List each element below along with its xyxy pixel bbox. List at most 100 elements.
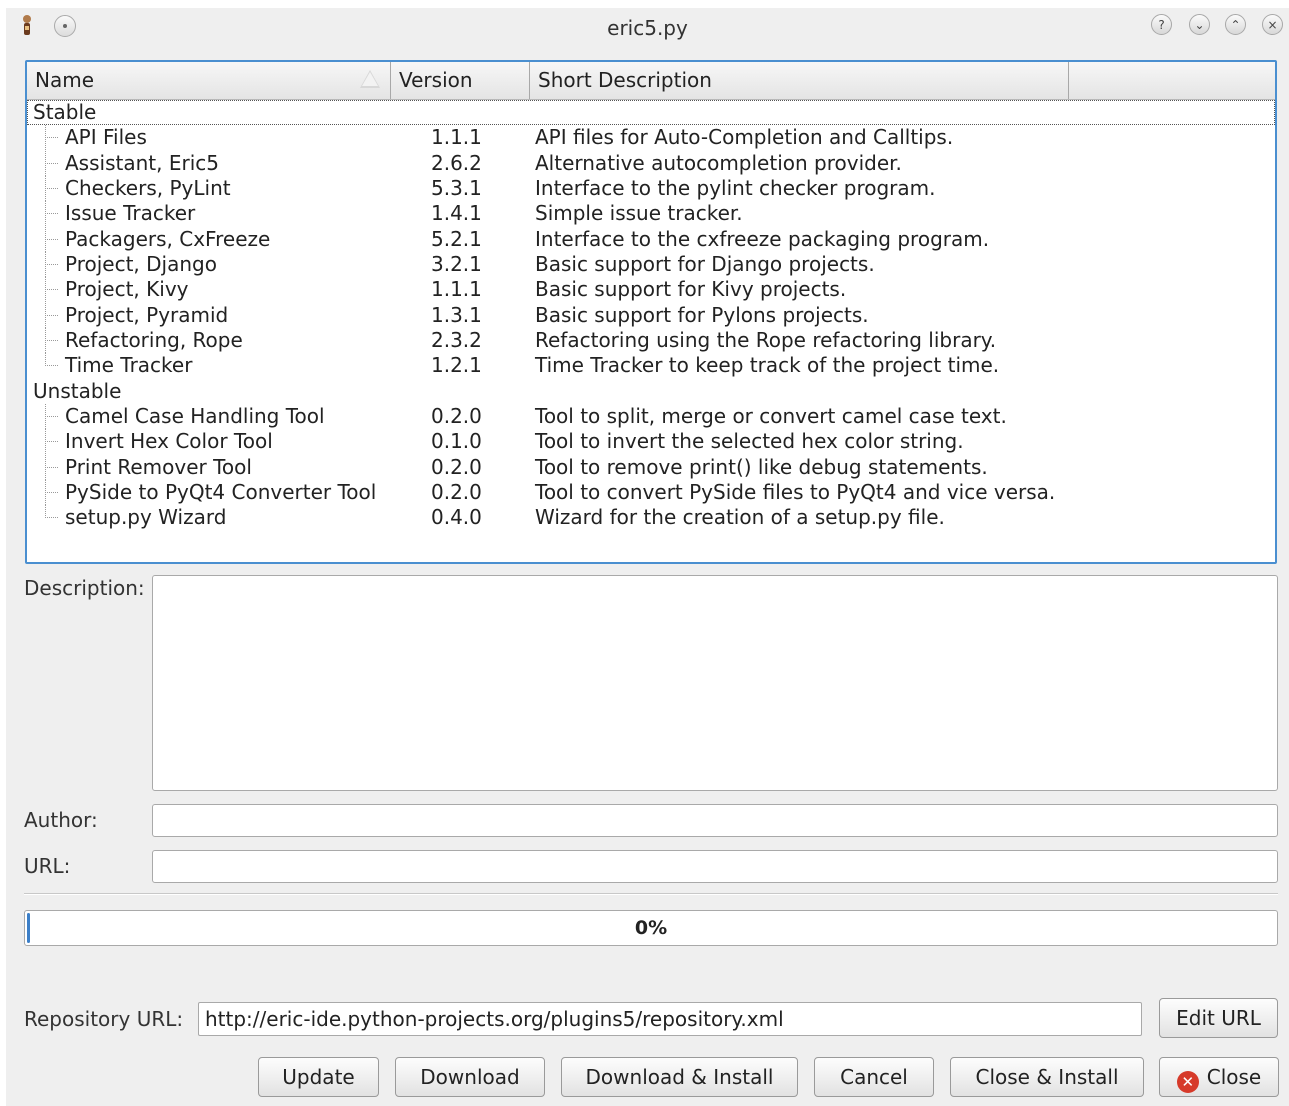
plugin-description: Time Tracker to keep track of the projec… <box>535 353 1000 378</box>
column-header-short-description[interactable]: Short Description <box>530 62 1069 99</box>
plugin-description: Interface to the pylint checker program. <box>535 175 936 200</box>
plugin-description: Basic support for Pylons projects. <box>535 302 869 327</box>
plugin-version: 1.2.1 <box>431 353 482 378</box>
plugin-row[interactable]: Camel Case Handling Tool 0.2.0 Tool to spl… <box>27 403 1275 429</box>
tree-branch-line <box>45 429 59 455</box>
plugin-row[interactable]: API Files 1.1.1 API files for Auto-Complet… <box>27 125 1275 151</box>
plugin-name: Time Tracker <box>65 353 193 378</box>
plugin-row[interactable]: Print Remover Tool 0.2.0 Tool to remove pr… <box>27 454 1275 480</box>
sort-ascending-icon <box>360 70 380 88</box>
url-field[interactable] <box>152 850 1278 883</box>
plugin-description: Simple issue tracker. <box>535 201 743 226</box>
plugin-description: Tool to convert PySide files to PyQt4 an… <box>535 479 1056 504</box>
plugin-description: API files for Auto-Completion and Callti… <box>535 125 954 150</box>
plugin-name: Issue Tracker <box>65 201 196 226</box>
plugin-row[interactable]: Project, Kivy 1.1.1 Basic support for Kivy… <box>27 277 1275 303</box>
plugin-name: Invert Hex Color Tool <box>65 429 273 454</box>
progress-text: 0% <box>634 917 668 939</box>
column-header-name[interactable]: Name <box>27 62 391 99</box>
tree-group-row[interactable]: Stable <box>27 100 1275 125</box>
tree-branch-line <box>45 251 59 277</box>
window-title: eric5.py <box>607 16 688 40</box>
plugin-name: Checkers, PyLint <box>65 175 231 200</box>
close-and-install-button[interactable]: Close & Install <box>950 1057 1144 1097</box>
column-header-extra[interactable] <box>1069 62 1275 99</box>
tree-branch-line <box>45 505 59 530</box>
description-label: Description: <box>24 576 145 600</box>
close-button[interactable]: ✕ Close <box>1159 1057 1279 1097</box>
plugin-row[interactable]: Invert Hex Color Tool 0.1.0 Tool to invert… <box>27 429 1275 455</box>
tree-branch-line <box>45 302 59 328</box>
plugin-name: Camel Case Handling Tool <box>65 403 325 428</box>
column-header-version[interactable]: Version <box>391 62 530 99</box>
author-label: Author: <box>24 808 98 832</box>
update-button[interactable]: Update <box>258 1057 379 1097</box>
plugin-row[interactable]: setup.py Wizard 0.4.0 Wizard for the creat… <box>27 505 1275 530</box>
close-window-icon[interactable]: × <box>1262 14 1283 35</box>
tree-branch-line <box>45 201 59 227</box>
cancel-button[interactable]: Cancel <box>814 1057 934 1097</box>
description-textarea[interactable] <box>152 575 1278 791</box>
column-header-name-label: Name <box>35 68 95 92</box>
plugin-version: 1.3.1 <box>431 302 482 327</box>
tree-branch-line <box>45 175 59 201</box>
url-label: URL: <box>24 854 71 878</box>
plugin-row[interactable]: Time Tracker 1.2.1 Time Tracker to keep tr… <box>27 353 1275 378</box>
title-bar[interactable]: eric5.py ? ⌄ ⌃ × <box>6 8 1289 46</box>
plugin-row[interactable]: Project, Django 3.2.1 Basic support for Dj… <box>27 251 1275 277</box>
tree-branch-line <box>45 403 59 429</box>
plugin-row[interactable]: Refactoring, Rope 2.3.2 Refactoring using … <box>27 327 1275 353</box>
plugin-version: 3.2.1 <box>431 251 482 276</box>
help-icon[interactable]: ? <box>1151 14 1172 35</box>
download-progress-bar: 0% <box>24 910 1278 946</box>
plugin-row[interactable]: PySide to PyQt4 Converter Tool 0.2.0 Tool … <box>27 479 1275 505</box>
plugin-version: 0.1.0 <box>431 429 482 454</box>
plugin-description: Interface to the cxfreeze packaging prog… <box>535 226 990 251</box>
edit-url-button[interactable]: Edit URL <box>1159 998 1278 1038</box>
plugin-version: 1.1.1 <box>431 277 482 302</box>
plugin-name: Project, Kivy <box>65 277 189 302</box>
plugin-version: 5.2.1 <box>431 226 482 251</box>
plugin-description: Refactoring using the Rope refactoring l… <box>535 327 997 352</box>
plugin-description: Basic support for Django projects. <box>535 251 875 276</box>
tree-group-row[interactable]: Unstable <box>27 379 1275 404</box>
tree-branch-line <box>45 277 59 303</box>
author-field[interactable] <box>152 804 1278 837</box>
plugin-version: 0.4.0 <box>431 505 482 530</box>
download-and-install-button[interactable]: Download & Install <box>561 1057 798 1097</box>
tree-branch-line <box>45 150 59 176</box>
plugin-name: Assistant, Eric5 <box>65 150 219 175</box>
plugin-name: PySide to PyQt4 Converter Tool <box>65 479 377 504</box>
plugin-description: Basic support for Kivy projects. <box>535 277 847 302</box>
plugin-version: 1.4.1 <box>431 201 482 226</box>
repository-url-input[interactable]: http://eric-ide.python-projects.org/plug… <box>198 1002 1142 1036</box>
plugin-row[interactable]: Assistant, Eric5 2.6.2 Alternative autocom… <box>27 150 1275 176</box>
plugin-version: 2.6.2 <box>431 150 482 175</box>
plugin-version: 0.2.0 <box>431 479 482 504</box>
plugin-row[interactable]: Project, Pyramid 1.3.1 Basic support for P… <box>27 302 1275 328</box>
plugin-description: Tool to remove print() like debug statem… <box>535 454 988 479</box>
plugin-name: Packagers, CxFreeze <box>65 226 271 251</box>
maximize-icon[interactable]: ⌃ <box>1225 14 1246 35</box>
plugin-repository-window: eric5.py ? ⌄ ⌃ × Name Version Short Desc… <box>6 8 1289 1106</box>
plugin-row[interactable]: Checkers, PyLint 5.3.1 Interface to the py… <box>27 175 1275 201</box>
minimize-icon[interactable]: ⌄ <box>1189 14 1210 35</box>
plugin-row[interactable]: Packagers, CxFreeze 5.2.1 Interface to the… <box>27 226 1275 252</box>
plugin-name: setup.py Wizard <box>65 505 227 530</box>
plugin-description: Tool to split, merge or convert camel ca… <box>535 403 1007 428</box>
plugin-version: 0.2.0 <box>431 403 482 428</box>
plugin-version: 1.1.1 <box>431 125 482 150</box>
plugin-name: Print Remover Tool <box>65 454 252 479</box>
plugin-row[interactable]: Issue Tracker 1.4.1 Simple issue tracker. <box>27 201 1275 227</box>
close-red-icon: ✕ <box>1176 1071 1199 1093</box>
download-button[interactable]: Download <box>395 1057 545 1097</box>
plugin-description: Wizard for the creation of a setup.py fi… <box>535 505 945 530</box>
plugin-version: 5.3.1 <box>431 175 482 200</box>
plugin-tree[interactable]: Name Version Short Description Stable API… <box>25 60 1277 564</box>
tree-branch-line <box>45 454 59 480</box>
group-label: Stable <box>33 100 97 124</box>
close-button-label: Close <box>1206 1065 1262 1089</box>
plugin-name: Project, Django <box>65 251 217 276</box>
tree-branch-line <box>45 327 59 353</box>
repository-url-label: Repository URL: <box>24 1007 184 1031</box>
